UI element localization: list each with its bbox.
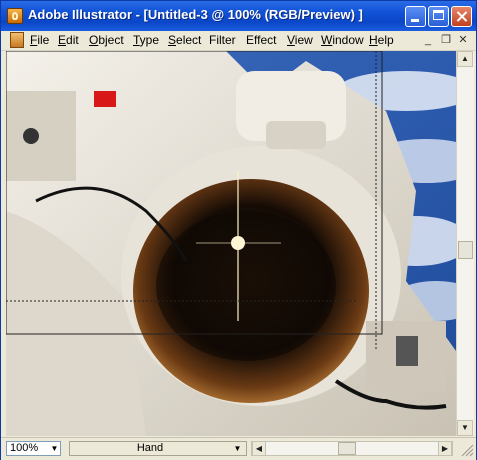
scroll-down-button[interactable]: ▼ — [457, 420, 473, 436]
document-canvas[interactable] — [6, 51, 456, 436]
maximize-button[interactable] — [428, 6, 449, 27]
close-button[interactable] — [451, 6, 472, 27]
current-tool-label: Hand — [136, 442, 164, 454]
chevron-down-icon[interactable]: ▼ — [50, 443, 59, 454]
zoom-value: 100% — [10, 442, 39, 454]
horizontal-scrollbar[interactable]: ◀ ▶ — [251, 441, 453, 456]
menu-object[interactable]: Object — [89, 33, 124, 47]
illustrator-app-icon[interactable] — [7, 8, 23, 24]
menu-window[interactable]: Window — [321, 33, 364, 47]
astronaut-photo — [6, 51, 456, 436]
horizontal-scroll-thumb[interactable] — [338, 442, 356, 455]
menu-filter[interactable]: Filter — [209, 33, 236, 47]
zoom-field[interactable]: 100% ▼ — [6, 441, 61, 456]
doc-restore-button[interactable]: ❐ — [440, 34, 452, 46]
menu-view[interactable]: View — [287, 33, 313, 47]
menu-file[interactable]: File — [30, 33, 49, 47]
document-icon[interactable] — [10, 32, 24, 48]
resize-grip-icon[interactable] — [458, 441, 474, 457]
scroll-left-button[interactable]: ◀ — [252, 441, 266, 456]
window-title: Adobe Illustrator - [Untitled-3 @ 100% (… — [28, 7, 363, 22]
scroll-right-button[interactable]: ▶ — [438, 441, 452, 456]
menu-effect[interactable]: Effect — [246, 33, 276, 47]
vertical-scrollbar[interactable]: ▲ ▼ — [456, 51, 474, 436]
doc-close-button[interactable]: ✕ — [457, 34, 469, 46]
minimize-button[interactable] — [405, 6, 426, 27]
vertical-scroll-thumb[interactable] — [458, 241, 473, 259]
current-tool-selector[interactable]: Hand ▼ — [69, 441, 247, 456]
menu-type[interactable]: Type — [133, 33, 159, 47]
doc-minimize-button[interactable]: _ — [422, 34, 434, 46]
title-bar[interactable]: Adobe Illustrator - [Untitled-3 @ 100% (… — [1, 1, 476, 31]
menu-help[interactable]: Help — [369, 33, 394, 47]
chevron-down-icon[interactable]: ▼ — [233, 443, 242, 454]
menu-edit[interactable]: Edit — [58, 33, 79, 47]
app-window: Adobe Illustrator - [Untitled-3 @ 100% (… — [0, 0, 477, 460]
status-bar: 100% ▼ Hand ▼ ◀ ▶ — [1, 437, 476, 460]
menu-select[interactable]: Select — [168, 33, 201, 47]
menu-bar: File Edit Object Type Select Filter Effe… — [1, 31, 476, 51]
scroll-up-button[interactable]: ▲ — [457, 51, 473, 67]
